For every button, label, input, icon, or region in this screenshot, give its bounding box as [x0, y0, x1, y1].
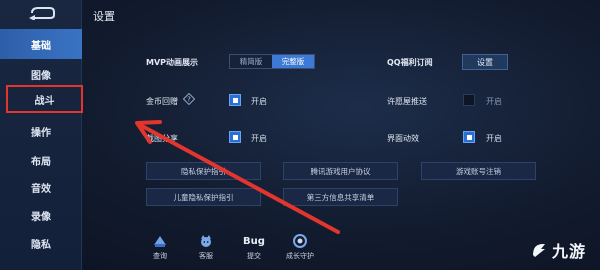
back-arrow-icon — [29, 7, 55, 20]
gold-recall-label: 金币回赠 — [146, 97, 178, 106]
sidebar-item-label: 音效 — [31, 183, 51, 195]
help-icon[interactable]: ? — [183, 93, 195, 105]
account-cancel-button[interactable]: 游戏账号注销 — [421, 162, 536, 180]
ui-animation-checkbox[interactable] — [463, 131, 475, 143]
sidebar-item-controls[interactable]: 操作 — [0, 116, 82, 146]
page-title: 设置 — [93, 10, 115, 23]
gold-recall-state: 开启 — [251, 97, 267, 106]
service-label: 客服 — [199, 252, 213, 260]
back-button[interactable] — [0, 0, 82, 26]
battle-share-label: 截图分享 — [146, 134, 178, 143]
sidebar: 基础 图像 战斗 操作 布局 音效 录像 隐私 — [0, 0, 83, 270]
bug-submit-label: 提交 — [247, 252, 261, 260]
bug-submit-shortcut[interactable]: Bug 提交 — [232, 233, 276, 261]
permission-push-state: 开启 — [486, 97, 502, 106]
query-label: 查询 — [153, 252, 167, 260]
sidebar-item-layout[interactable]: 布局 — [0, 145, 82, 175]
ui-animation-state: 开启 — [486, 134, 502, 143]
sidebar-item-basic[interactable]: 基础 — [0, 29, 82, 59]
query-shortcut[interactable]: 查询 — [138, 233, 182, 261]
child-privacy-button[interactable]: 儿童隐私保护指引 — [146, 188, 261, 206]
mvp-option-full[interactable]: 完整版 — [272, 55, 314, 68]
sidebar-item-label: 图像 — [31, 70, 51, 82]
service-shortcut[interactable]: 客服 — [184, 233, 228, 261]
watermark-text: 九游 — [551, 242, 586, 261]
bug-icon: Bug — [243, 235, 265, 247]
battle-share-state: 开启 — [251, 134, 267, 143]
svg-text:?: ? — [187, 96, 191, 104]
gold-recall-checkbox[interactable] — [229, 94, 241, 106]
sidebar-item-replay[interactable]: 录像 — [0, 200, 82, 230]
sidebar-item-label: 战斗 — [34, 95, 55, 107]
qq-subscription-label: QQ福利订阅 — [387, 58, 433, 67]
permission-push-label: 许愿屋推送 — [387, 97, 427, 106]
watermark: 九游 — [530, 238, 586, 262]
third-party-list-button[interactable]: 第三方信息共享清单 — [283, 188, 398, 206]
battle-share-checkbox[interactable] — [229, 131, 241, 143]
customer-service-icon — [201, 235, 211, 247]
growth-guardian-icon — [293, 234, 307, 248]
sidebar-item-label: 基础 — [31, 40, 51, 52]
sidebar-item-label: 录像 — [31, 211, 51, 223]
mvp-animation-segmented: 精简版 完整版 — [229, 54, 315, 69]
sidebar-item-label: 布局 — [31, 156, 51, 168]
sidebar-item-battle[interactable]: 战斗 — [6, 85, 83, 113]
user-agreement-button[interactable]: 腾讯游戏用户协议 — [283, 162, 398, 180]
mvp-animation-label: MVP动画展示 — [146, 58, 199, 67]
watermark-logo-icon — [532, 244, 545, 257]
sidebar-item-label: 隐私 — [31, 239, 51, 251]
qq-subscription-settings-button[interactable]: 设置 — [462, 54, 508, 70]
privacy-guide-button[interactable]: 隐私保护指引 — [146, 162, 261, 180]
guardian-shortcut[interactable]: 成长守护 — [278, 233, 322, 261]
query-icon — [154, 236, 166, 247]
sidebar-item-label: 操作 — [31, 127, 51, 139]
sidebar-item-privacy[interactable]: 隐私 — [0, 228, 82, 258]
mvp-option-simple[interactable]: 精简版 — [230, 55, 272, 68]
guardian-label: 成长守护 — [286, 252, 314, 260]
sidebar-item-sound[interactable]: 音效 — [0, 172, 82, 202]
ui-animation-label: 界面动效 — [387, 134, 419, 143]
annotation-arrow — [135, 120, 340, 234]
permission-push-checkbox[interactable] — [463, 94, 475, 106]
